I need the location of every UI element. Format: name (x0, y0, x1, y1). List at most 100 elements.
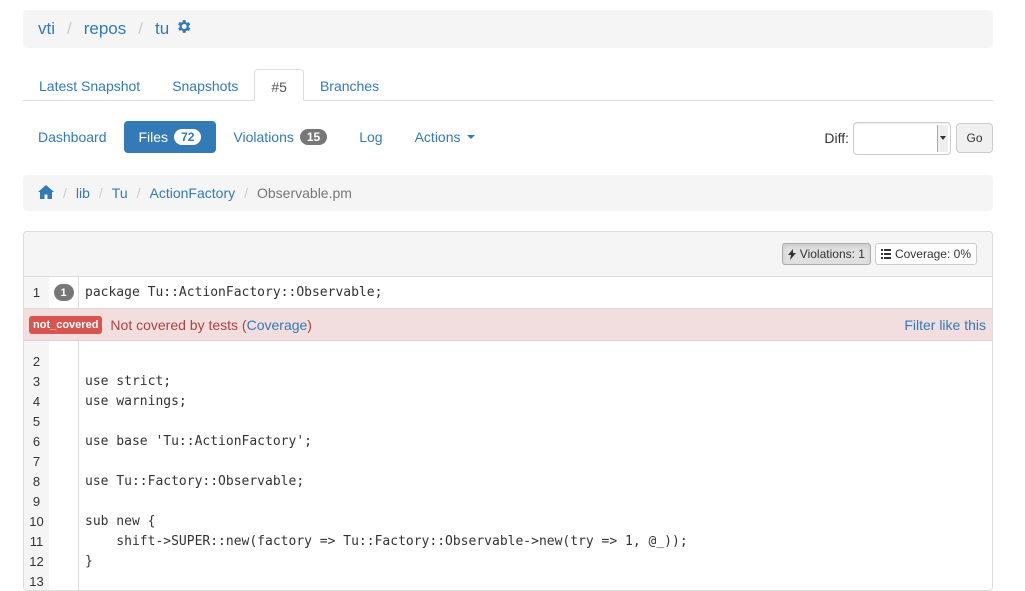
violation-gutter (49, 391, 79, 411)
code-line: 3 use strict; (24, 371, 992, 391)
coverage-link[interactable]: Coverage (247, 317, 308, 333)
line-number: 13 (24, 571, 49, 590)
violation-gutter (49, 571, 79, 590)
violations-toggle-label: Violations: 1 (799, 247, 865, 261)
coverage-toggle-label: Coverage: 0% (894, 247, 971, 261)
line-number: 4 (24, 391, 49, 411)
file-breadcrumb: / lib / Tu / ActionFactory / Observable.… (23, 175, 993, 211)
violation-gutter (49, 411, 79, 431)
breadcrumb-separator: / (138, 19, 143, 38)
bolt-icon (787, 248, 796, 260)
code-text: use base 'Tu::ActionFactory'; (85, 433, 312, 449)
go-button[interactable]: Go (956, 123, 993, 153)
violation-message-close: ) (307, 316, 312, 333)
nav-actions-label: Actions (414, 129, 461, 145)
diff-label: Diff: (824, 130, 849, 146)
line-number: 9 (24, 491, 49, 511)
code-text: use strict; (85, 373, 172, 389)
code-line: 8 use Tu::Factory::Observable; (24, 471, 992, 491)
nav-log[interactable]: Log (344, 121, 397, 153)
breadcrumb-link-lib[interactable]: lib (76, 185, 90, 201)
nav-log-label: Log (359, 129, 383, 145)
repo-breadcrumb: vti / repos / tu (23, 10, 993, 48)
tab-latest-snapshot[interactable]: Latest Snapshot (23, 69, 156, 101)
breadcrumb-separator: / (98, 185, 103, 201)
nav-violations-label: Violations (233, 129, 294, 145)
code-text: shift->SUPER::new(factory => Tu::Factory… (85, 533, 688, 549)
filter-like-this-link[interactable]: Filter like this (904, 317, 986, 333)
violation-gutter (49, 451, 79, 471)
violation-gutter (49, 551, 79, 571)
code-line: 11 shift->SUPER::new(factory => Tu::Fact… (24, 531, 992, 551)
section-nav: Dashboard Files 72 Violations 15 Log Act… (23, 121, 492, 153)
violations-toggle-button[interactable]: Violations: 1 (781, 243, 871, 265)
snapshot-tabs: Latest Snapshot Snapshots #5 Branches (23, 69, 993, 101)
code-line: 13 (24, 571, 992, 590)
gear-icon[interactable] (175, 18, 192, 40)
violation-message: Not covered by tests ( (110, 316, 247, 333)
code-text: } (85, 553, 93, 569)
violation-gutter (49, 511, 79, 531)
breadcrumb-link-actionfactory[interactable]: ActionFactory (150, 185, 236, 201)
code-line: 7 (24, 451, 992, 471)
nav-dashboard-label: Dashboard (38, 129, 107, 145)
violation-gutter (49, 471, 79, 491)
tasks-icon (880, 249, 891, 259)
code-line: 12} (24, 551, 992, 571)
coverage-toggle-button[interactable]: Coverage: 0% (874, 243, 977, 265)
violation-gutter (49, 491, 79, 511)
violation-tag: not_covered (29, 315, 103, 334)
breadcrumb-separator: / (67, 19, 72, 38)
violation-gutter (49, 531, 79, 551)
breadcrumb-link-tu[interactable]: tu (155, 19, 169, 39)
tab-branches[interactable]: Branches (304, 69, 395, 101)
line-number: 8 (24, 471, 49, 491)
nav-violations[interactable]: Violations 15 (218, 121, 342, 153)
breadcrumb-link-repos[interactable]: repos (84, 19, 127, 39)
source-code: 1 1 package Tu::ActionFactory::Observabl… (24, 277, 992, 590)
code-text: use warnings; (85, 393, 187, 409)
tab-snapshots[interactable]: Snapshots (156, 69, 254, 101)
violation-gutter (49, 431, 79, 451)
code-line: 5 (24, 411, 992, 431)
line-number: 12 (24, 551, 49, 571)
code-line: 4 use warnings; (24, 391, 992, 411)
file-panel: Violations: 1 Coverage: 0% 1 1 package T… (23, 231, 993, 591)
line-number: 3 (24, 371, 49, 391)
code-line: 10 sub new { (24, 511, 992, 531)
nav-dashboard[interactable]: Dashboard (23, 121, 122, 153)
line-number: 2 (24, 351, 49, 371)
violations-count-badge: 15 (299, 129, 328, 145)
nav-files[interactable]: Files 72 (123, 121, 217, 153)
breadcrumb-link-tu-dir[interactable]: Tu (112, 185, 128, 201)
panel-heading: Violations: 1 Coverage: 0% (24, 232, 992, 277)
code-text: sub new { (85, 513, 156, 529)
violation-gutter (49, 371, 79, 391)
code-line: 2 (24, 351, 992, 371)
dropdown-arrow-icon (937, 124, 948, 152)
code-line: 6 use base 'Tu::ActionFactory'; (24, 431, 992, 451)
code-line-gap (24, 341, 992, 351)
code-line: 9 (24, 491, 992, 511)
caret-down-icon (466, 135, 475, 139)
violation-count-badge[interactable]: 1 (53, 284, 74, 301)
diff-select[interactable] (853, 121, 951, 155)
home-icon[interactable] (38, 184, 54, 202)
line-number: 6 (24, 431, 49, 451)
tab-snapshot-5[interactable]: #5 (254, 69, 304, 101)
nav-files-label: Files (138, 129, 169, 145)
breadcrumb-link-vti[interactable]: vti (38, 19, 55, 39)
breadcrumb-separator: / (136, 185, 141, 201)
diff-form: Diff: Go (824, 121, 993, 155)
breadcrumb-current-file: Observable.pm (257, 185, 352, 201)
line-number: 10 (24, 511, 49, 531)
line-number: 11 (24, 531, 49, 551)
violation-gutter: 1 (49, 277, 79, 308)
nav-actions-dropdown[interactable]: Actions (400, 121, 490, 153)
code-text: package Tu::ActionFactory::Observable; (85, 285, 383, 300)
line-number: 7 (24, 451, 49, 471)
breadcrumb-separator: / (63, 185, 67, 201)
line-number: 1 (24, 277, 49, 308)
code-line: 1 1 package Tu::ActionFactory::Observabl… (24, 277, 992, 309)
violation-row: not_covered Not covered by tests (Covera… (24, 309, 992, 341)
